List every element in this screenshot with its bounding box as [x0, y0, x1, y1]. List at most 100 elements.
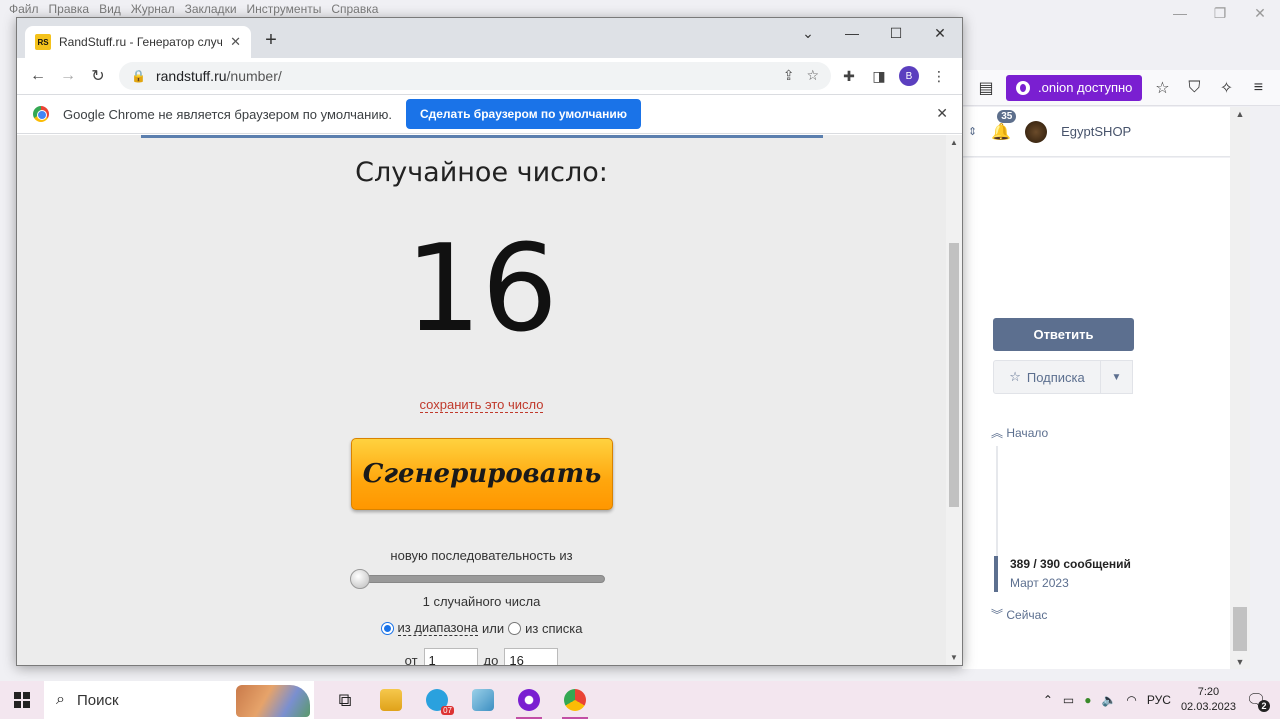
firefox-restore-icon[interactable]: ❐ — [1200, 4, 1240, 22]
notification-center-icon[interactable]: 🗨 2 — [1246, 690, 1270, 712]
mode-list-label[interactable]: из списка — [525, 621, 582, 636]
menu-tools[interactable]: Инструменты — [242, 0, 327, 18]
bookmark-star-icon[interactable]: ☆ — [1150, 76, 1174, 100]
nav-start-link[interactable]: ︽ Начало — [991, 424, 1048, 441]
start-button[interactable] — [0, 681, 44, 719]
clock-date: 02.03.2023 — [1180, 701, 1236, 713]
menu-bookmarks[interactable]: Закладки — [180, 0, 242, 18]
extensions-puzzle-icon[interactable]: ✚ — [839, 64, 859, 88]
page-content: Случайное число: 16 сохранить это число … — [17, 135, 946, 665]
save-number-link-wrap: сохранить это число — [17, 397, 946, 413]
firefox-window-controls: — ❐ ✕ — [1160, 4, 1280, 22]
firefox-scroll-thumb[interactable] — [1233, 607, 1247, 651]
chrome-taskbar-icon[interactable] — [556, 681, 594, 719]
tray-app-icon[interactable]: ● — [1084, 693, 1091, 707]
tor-browser-icon[interactable] — [510, 681, 548, 719]
lock-icon[interactable]: 🔒 — [131, 69, 146, 83]
hamburger-menu-icon[interactable]: ≡ — [1246, 76, 1270, 100]
radio-list[interactable] — [508, 621, 522, 635]
count-slider-track[interactable] — [353, 575, 605, 583]
from-input[interactable] — [423, 648, 478, 665]
subscribe-button[interactable]: ☆ Подписка — [993, 360, 1101, 394]
menu-history[interactable]: Журнал — [126, 0, 180, 18]
to-input[interactable] — [504, 648, 559, 665]
minimize-icon[interactable]: — — [830, 18, 874, 48]
radio-range[interactable] — [380, 621, 394, 635]
share-icon[interactable]: ⇪ — [783, 67, 795, 84]
subscribe-dropdown-button[interactable]: ▼ — [1101, 360, 1133, 394]
scroll-up-icon[interactable]: ▲ — [1230, 109, 1250, 119]
network-icon[interactable]: ◠ — [1126, 693, 1136, 707]
reply-button[interactable]: Ответить — [993, 318, 1134, 351]
infobar-close-icon[interactable]: ✕ — [936, 105, 948, 122]
windows-logo-icon — [14, 692, 30, 708]
side-panel-icon[interactable]: ◨ — [869, 64, 889, 88]
address-bar[interactable]: 🔒 randstuff.ru/number/ ⇪ ☆ — [119, 62, 831, 90]
set-default-browser-button[interactable]: Сделать браузером по умолчанию — [405, 99, 641, 129]
sequence-label: новую последовательность из — [390, 548, 573, 563]
page-title: Случайное число: — [355, 157, 608, 188]
reader-view-icon[interactable]: ▤ — [974, 76, 998, 100]
from-label: от — [404, 652, 418, 666]
firefox-close-icon[interactable]: ✕ — [1240, 4, 1280, 22]
url-text[interactable]: randstuff.ru/number/ — [156, 68, 282, 84]
clock-time: 7:20 — [1197, 686, 1220, 698]
taskbar-search[interactable]: ⌕ Поиск — [44, 681, 314, 719]
nav-now-label: Сейчас — [1006, 608, 1048, 622]
generate-button[interactable]: Сгенерировать — [351, 438, 613, 510]
onion-available-button[interactable]: .onion доступно — [1006, 74, 1143, 101]
chrome-scroll-down-icon[interactable]: ▼ — [946, 653, 962, 662]
close-icon[interactable]: ✕ — [918, 18, 962, 48]
nav-now-link[interactable]: ︾ Сейчас — [991, 606, 1047, 623]
menu-help[interactable]: Справка — [326, 0, 383, 18]
file-explorer-icon[interactable] — [372, 681, 410, 719]
language-indicator[interactable]: РУС — [1147, 693, 1171, 707]
tab-close-icon[interactable]: ✕ — [230, 34, 241, 50]
menu-file[interactable]: Файл — [4, 0, 44, 18]
telegram-icon[interactable]: 07 — [418, 681, 456, 719]
chrome-scroll-thumb[interactable] — [949, 243, 959, 507]
profile-avatar[interactable]: В — [899, 66, 919, 86]
chrome-tabstrip: RS RandStuff.ru - Генератор случай ✕ + ⌄… — [17, 18, 962, 58]
username[interactable]: EgyptSHOP — [1061, 124, 1131, 139]
firefox-minimize-icon[interactable]: — — [1160, 4, 1200, 22]
scroll-down-icon[interactable]: ▼ — [1230, 657, 1250, 667]
maximize-icon[interactable]: ☐ — [874, 18, 918, 48]
count-slider-handle[interactable] — [350, 569, 370, 589]
kebab-menu-icon[interactable]: ⋮ — [929, 64, 949, 88]
timeline-handle[interactable] — [994, 556, 998, 592]
forward-arrow-icon[interactable]: → — [53, 61, 83, 91]
sort-arrows-icon[interactable]: ⇕ — [968, 125, 977, 138]
tray-chevron-up-icon[interactable]: ⌃ — [1043, 693, 1053, 707]
chrome-scrollbar[interactable]: ▲ ▼ — [946, 135, 962, 665]
clock[interactable]: 7:20 02.03.2023 — [1181, 685, 1236, 715]
volume-icon[interactable]: 🔈 — [1101, 693, 1116, 707]
firefox-scrollbar[interactable]: ▲ ▼ — [1230, 107, 1250, 669]
chevron-down-icon[interactable]: ⌄ — [786, 18, 830, 48]
mode-range-label[interactable]: из диапазона — [397, 620, 479, 636]
reload-icon[interactable]: ↻ — [83, 61, 113, 91]
bookmark-star-icon[interactable]: ☆ — [806, 67, 819, 84]
new-tab-plus-icon[interactable]: + — [261, 30, 281, 50]
notifications-bell-icon[interactable]: 🔔 35 — [991, 109, 1017, 142]
battery-icon[interactable]: ▭ — [1063, 693, 1074, 707]
count-label: 1 случайного числа — [422, 594, 541, 609]
url-path: /number/ — [226, 68, 282, 84]
menu-view[interactable]: Вид — [94, 0, 126, 18]
search-placeholder: Поиск — [76, 691, 119, 709]
avatar[interactable] — [1025, 120, 1048, 143]
caret-down-icon: ▼ — [1111, 371, 1122, 383]
system-tray: ⌃ ▭ ● 🔈 ◠ РУС 7:20 02.03.2023 🗨 2 — [1043, 681, 1280, 719]
chrome-scroll-up-icon[interactable]: ▲ — [946, 138, 962, 147]
save-number-link[interactable]: сохранить это число — [419, 397, 544, 413]
chrome-tab[interactable]: RS RandStuff.ru - Генератор случай ✕ — [25, 26, 251, 58]
task-view-icon[interactable]: ⧉ — [326, 681, 364, 719]
notes-app-icon[interactable] — [464, 681, 502, 719]
shield-icon[interactable]: ⛉ — [1182, 76, 1206, 100]
to-label: до — [483, 652, 499, 666]
magic-wand-icon[interactable]: ✧ — [1214, 76, 1238, 100]
notification-count: 2 — [1258, 700, 1270, 712]
post-count: 389 / 390 сообщений — [1010, 557, 1131, 571]
menu-edit[interactable]: Правка — [44, 0, 95, 18]
back-arrow-icon[interactable]: ← — [23, 61, 53, 91]
